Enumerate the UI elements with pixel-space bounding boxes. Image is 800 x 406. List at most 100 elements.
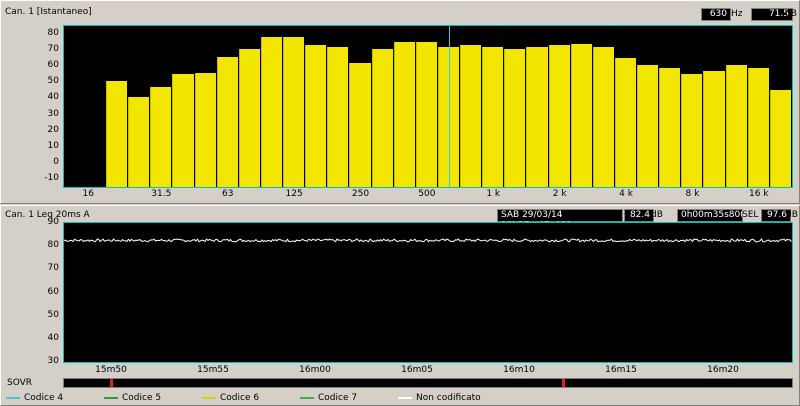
datetime-readout: SAB 29/03/14 13h15m47s660 (497, 209, 623, 231)
spectrum-y-tick: 50 (47, 76, 59, 87)
timeline-x-tick: 15m50 (95, 365, 127, 375)
spectrum-bar (526, 46, 548, 187)
timeline-x-tick: 16m10 (503, 365, 535, 375)
timeline-y-tick: 50 (47, 309, 59, 320)
legend-label: Codice 4 (24, 393, 64, 403)
legend-item[interactable]: Codice 7 (300, 392, 357, 404)
timeline-panel: Can. 1 Leq 20ms A SAB 29/03/14 13h15m47s… (0, 205, 800, 406)
spectrum-bar (260, 37, 283, 187)
timeline-x-tick: 16m15 (605, 365, 637, 375)
spectrum-channel-label: Can. 1 [Istantaneo] (5, 7, 92, 17)
legend-item[interactable]: Codice 5 (104, 392, 161, 404)
spectrum-bar (327, 46, 349, 187)
frequency-value: 630 (709, 9, 727, 19)
spectrum-bar (614, 58, 637, 187)
timeline-level-unit: dB (651, 210, 663, 220)
spectrum-bar (482, 46, 504, 187)
spectrum-bar (393, 42, 415, 187)
leq-trace-svg (64, 238, 792, 243)
spectrum-y-tick: 0 (53, 156, 59, 167)
timeline-y-tick: 90 (47, 217, 59, 227)
spectrum-bar (460, 45, 482, 187)
spectrum-bar (703, 71, 725, 187)
spectrum-bar (349, 63, 371, 187)
spectrum-x-tick: 2 k (552, 189, 567, 199)
spectrum-plot[interactable] (63, 25, 793, 188)
spectrum-x-tick: 8 k (685, 189, 700, 199)
duration-value: 0h00m35s800 (681, 210, 746, 220)
spectrum-bar (659, 67, 681, 187)
leq-trace-line (64, 238, 792, 243)
sel-unit: dB (786, 210, 798, 220)
legend-swatch (300, 396, 314, 399)
spectrum-panel: Can. 1 [Istantaneo] 630 Hz 71.5 dB 80 70 6… (0, 0, 800, 204)
spectrum-bar (150, 87, 172, 187)
legend-swatch (398, 396, 412, 399)
spectrum-bar (769, 90, 791, 187)
legend-item[interactable]: Non codificato (398, 392, 481, 404)
sel-value: 97.6 (766, 210, 787, 220)
spectrum-x-tick: 4 k (619, 189, 633, 199)
timeline-y-tick: 40 (47, 332, 59, 343)
spectrum-bar (681, 74, 703, 187)
frequency-unit: Hz (731, 9, 743, 19)
spectrum-x-tick: 16 (82, 189, 94, 199)
spectrum-x-tick: 16 k (749, 189, 769, 199)
legend-swatch (104, 396, 118, 399)
timeline-y-tick: 30 (47, 356, 59, 366)
timeline-x-tick: 16m05 (401, 365, 433, 375)
level-unit: dB (785, 9, 797, 19)
spectrum-bar (637, 64, 659, 187)
spectrum-bar (216, 56, 238, 187)
spectrum-x-tick: 125 (285, 189, 303, 199)
frequency-readout: 630 (701, 8, 731, 21)
spectrum-y-tick: -10 (44, 172, 59, 183)
legend-swatch (6, 396, 20, 399)
sovr-bar[interactable] (63, 378, 793, 388)
spectrum-y-tick: 60 (47, 60, 59, 71)
spectrum-bar (548, 45, 570, 187)
spectrum-bar (172, 74, 194, 187)
timeline-y-tick: 70 (47, 263, 59, 274)
spectrum-bar (106, 80, 128, 187)
sovr-marker (562, 379, 565, 387)
timeline-y-tick: 80 (47, 240, 59, 251)
timeline-x-tick: 16m20 (707, 365, 739, 375)
spectrum-bar (371, 48, 393, 187)
spectrum-bar (570, 43, 592, 187)
spectrum-y-tick: 30 (47, 108, 59, 119)
spectrum-bar (725, 64, 747, 187)
legend-label: Codice 5 (122, 393, 162, 403)
spectrum-x-tick: 63 (221, 189, 234, 199)
timeline-plot[interactable] (63, 222, 793, 363)
spectrum-bar (194, 72, 216, 187)
legend-label: Codice 6 (220, 393, 260, 403)
spectrum-x-tick: 1 k (486, 189, 501, 199)
spectrum-x-tick: 500 (418, 189, 436, 199)
sel-label: SEL (742, 210, 759, 220)
legend-item[interactable]: Codice 6 (202, 392, 259, 404)
sovr-marker (110, 379, 113, 387)
spectrum-bar (128, 96, 150, 187)
frequency-cursor[interactable] (449, 26, 450, 187)
spectrum-bar (238, 48, 260, 187)
legend-item[interactable]: Codice 4 (6, 392, 63, 404)
spectrum-x-tick: 31.5 (151, 189, 172, 199)
spectrum-y-tick: 80 (47, 28, 59, 39)
spectrum-y-tick: 40 (47, 92, 59, 103)
legend-label: Non codificato (416, 393, 481, 403)
legend-label: Codice 7 (318, 393, 358, 403)
timeline-level-readout: 82.4 (624, 209, 654, 222)
spectrum-bar (592, 46, 614, 187)
timeline-x-tick: 16m00 (299, 365, 331, 375)
spectrum-bar (415, 42, 437, 187)
spectrum-bar (283, 37, 305, 187)
spectrum-y-tick: 70 (47, 44, 59, 55)
timeline-y-tick: 60 (47, 286, 59, 297)
spectrum-bar (305, 45, 327, 187)
timeline-level-value: 82.4 (629, 210, 650, 220)
duration-readout: 0h00m35s800 (677, 209, 746, 222)
spectrum-bar (504, 48, 526, 187)
legend-swatch (202, 396, 216, 399)
spectrum-y-tick: 10 (47, 140, 59, 151)
